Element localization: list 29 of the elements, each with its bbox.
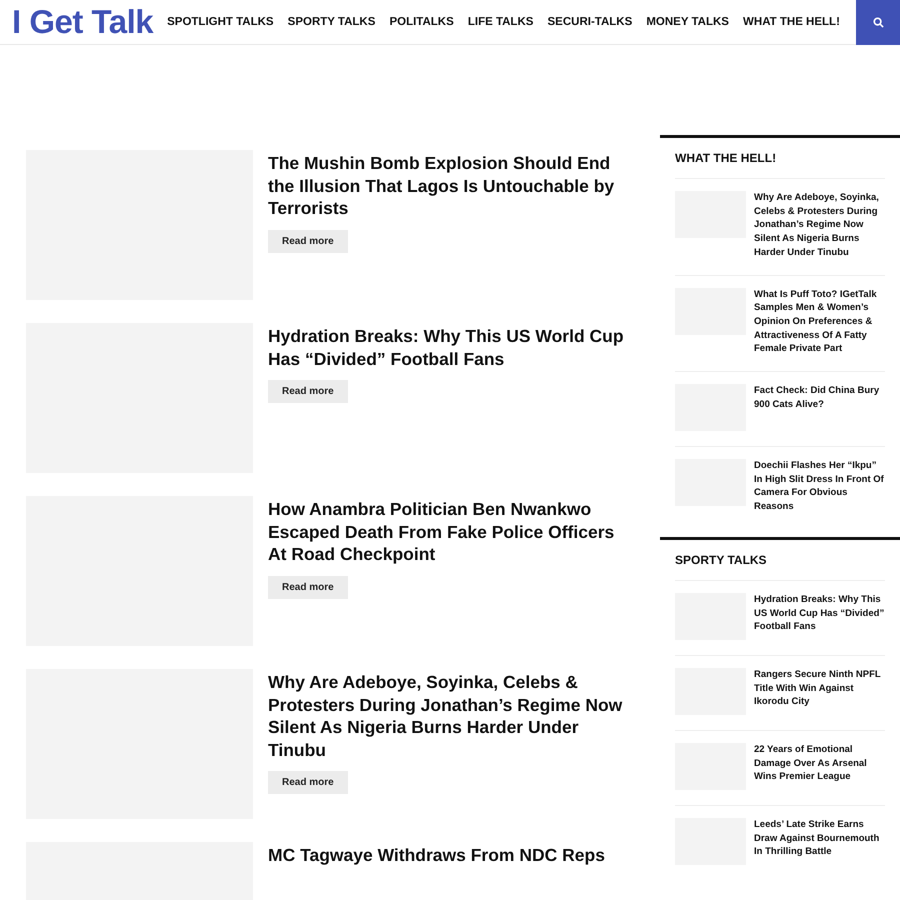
post-title[interactable]: Leeds’ Late Strike Earns Draw Against Bournemouth In Thrilling Battle — [754, 818, 885, 865]
search-icon — [872, 17, 884, 28]
widget-heading: SPORTY TALKS — [675, 540, 885, 581]
post-title[interactable]: 22 Years of Emotional Damage Over As Arsenal Wins Premier League — [754, 742, 885, 790]
nav-link[interactable]: SPOTLIGHT TALKS — [167, 16, 274, 28]
nav-link[interactable]: SECURI-TALKS — [548, 16, 632, 28]
post-title[interactable]: Why Are Adeboye, Soyinka, Celebs & Protesters During Jonathan’s Regime Now Silent As Nigeria Burns Harder Under Tinubu — [754, 191, 885, 260]
read-more-button[interactable]: Read more — [268, 771, 348, 794]
article-title[interactable]: How Anambra Politician Ben Nwankwo Escaped Death From Fake Police Officers At Road Checkpoint — [268, 498, 630, 566]
nav-link[interactable]: SPORTY TALKS — [288, 16, 376, 28]
post-title[interactable]: Doechii Flashes Her “Ikpu” In High Slit Dress In Front Of Camera For Obvious Reasons — [754, 459, 885, 514]
article-title[interactable]: Why Are Adeboye, Soyinka, Celebs & Protesters During Jonathan’s Regime Now Silent As Nigeria Burns Harder Under Tinubu — [268, 671, 630, 761]
post-title[interactable]: Fact Check: Did China Bury 900 Cats Alive? — [754, 384, 885, 432]
nav-link[interactable]: LIFE TALKS — [468, 16, 534, 28]
article-title[interactable]: MC Tagwaye Withdraws From NDC Reps — [268, 844, 605, 866]
site-logo[interactable]: I Get Talk — [12, 3, 154, 41]
read-more-button[interactable]: Read more — [268, 230, 348, 252]
post-title[interactable]: Hydration Breaks: Why This US World Cup Has “Divided” Football Fans — [754, 592, 885, 640]
search-button[interactable] — [856, 0, 900, 45]
article-title[interactable]: Hydration Breaks: Why This US World Cup Has “Divided” Football Fans — [268, 325, 630, 370]
post-title[interactable]: Rangers Secure Ninth NPFL Title With Win Against Ikorodu City — [754, 668, 885, 715]
article-title[interactable]: The Mushin Bomb Explosion Should End the Illusion That Lagos Is Untouchable by Terrorists — [268, 152, 630, 220]
nav-link[interactable]: WHAT THE HELL! — [743, 16, 840, 28]
read-more-button[interactable]: Read more — [268, 576, 348, 598]
nav-link[interactable]: MONEY TALKS — [646, 16, 729, 28]
read-more-button[interactable]: Read more — [268, 380, 348, 403]
nav-link[interactable]: POLITALKS — [389, 16, 454, 28]
post-title[interactable]: What Is Puff Toto? IGetTalk Samples Men & Women’s Opinion On Preferences & Attractiveness Of A Fatty Female Private Part — [754, 288, 885, 356]
widget-heading: WHAT THE HELL! — [675, 138, 885, 179]
